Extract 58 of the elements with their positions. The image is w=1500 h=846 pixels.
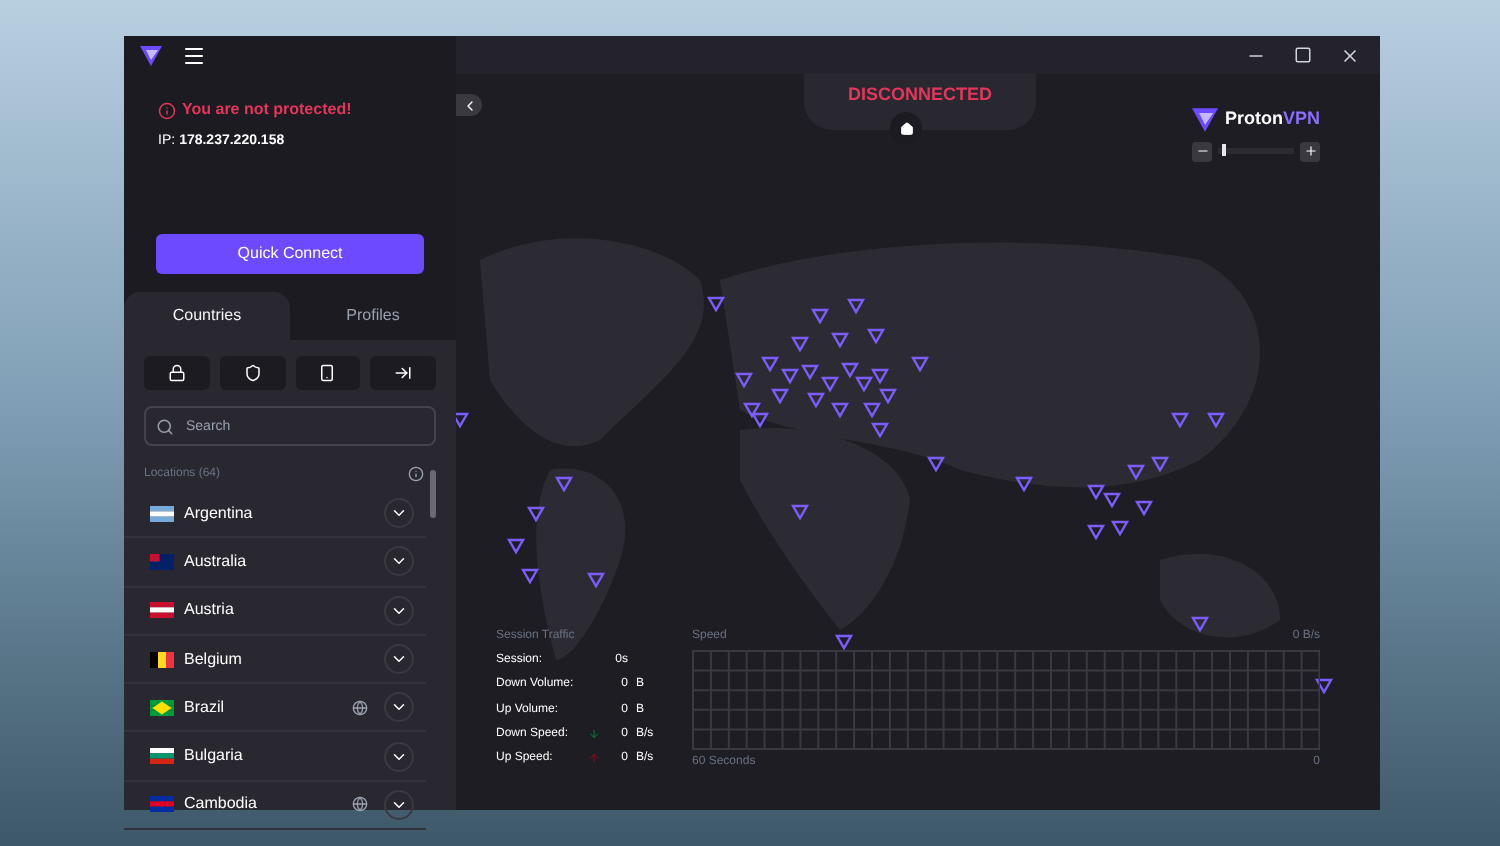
filter-button[interactable] — [219, 356, 285, 390]
filter-button[interactable] — [144, 356, 210, 390]
country-name: Brazil — [184, 695, 227, 720]
filter-button[interactable] — [295, 356, 361, 390]
warning-icon — [158, 101, 176, 119]
country-row[interactable]: Argentina — [124, 490, 426, 539]
country-name: Bulgaria — [184, 744, 245, 769]
logo-icon — [1192, 107, 1219, 132]
country-name: Austria — [184, 598, 236, 623]
collapse-sidebar-button[interactable] — [456, 94, 482, 116]
flag-icon — [150, 602, 174, 619]
zoom-in-button[interactable] — [1300, 141, 1320, 161]
quick-connect-button[interactable]: Quick Connect — [156, 234, 424, 274]
filter-button[interactable] — [370, 356, 436, 390]
up-arrow-icon — [588, 752, 600, 765]
connection-status: DISCONNECTED — [847, 82, 992, 108]
zoom-out-button[interactable] — [1192, 141, 1212, 161]
country-row[interactable]: Bulgaria — [124, 732, 426, 782]
warning-text: You are not protected! — [182, 98, 352, 122]
country-name: Australia — [184, 549, 249, 574]
expand-button[interactable] — [384, 498, 414, 529]
brand-name: ProtonVPN — [1224, 106, 1320, 132]
arrow-to-line-icon — [394, 364, 413, 382]
home-icon — [899, 121, 913, 135]
plus-icon — [1303, 144, 1317, 158]
flag-icon — [150, 796, 174, 813]
logo-icon — [140, 45, 162, 65]
country-name: Belgium — [184, 647, 244, 672]
flag-icon — [150, 505, 174, 522]
expand-button[interactable] — [384, 546, 414, 577]
info-icon[interactable] — [408, 466, 424, 482]
flag-icon — [150, 748, 174, 765]
phone-icon — [318, 364, 337, 382]
lock-icon — [167, 364, 186, 382]
expand-button[interactable] — [384, 692, 414, 723]
maximize-icon[interactable] — [1294, 46, 1312, 64]
scrollbar[interactable] — [430, 470, 436, 518]
country-name: Cambodia — [184, 792, 259, 817]
country-row[interactable]: Australia — [124, 538, 426, 588]
country-row[interactable]: Cambodia — [124, 781, 426, 831]
down-arrow-icon — [588, 728, 600, 741]
minus-icon — [1195, 144, 1209, 158]
expand-button[interactable] — [384, 595, 414, 626]
expand-button[interactable] — [384, 789, 414, 820]
expand-button[interactable] — [384, 741, 414, 772]
flag-icon — [150, 699, 174, 716]
country-row[interactable]: Brazil — [124, 684, 426, 733]
flag-icon — [150, 553, 174, 570]
search-icon — [156, 417, 174, 435]
country-tab[interactable]: Countries — [124, 292, 290, 340]
country-row[interactable]: Belgium — [124, 635, 426, 685]
country-name: Argentina — [184, 501, 255, 526]
expand-button[interactable] — [384, 644, 414, 675]
menu-icon[interactable] — [182, 43, 206, 67]
close-icon[interactable] — [1340, 45, 1360, 65]
country-row[interactable]: Austria — [124, 587, 426, 636]
shield-icon — [243, 364, 262, 382]
flag-icon — [150, 651, 174, 668]
